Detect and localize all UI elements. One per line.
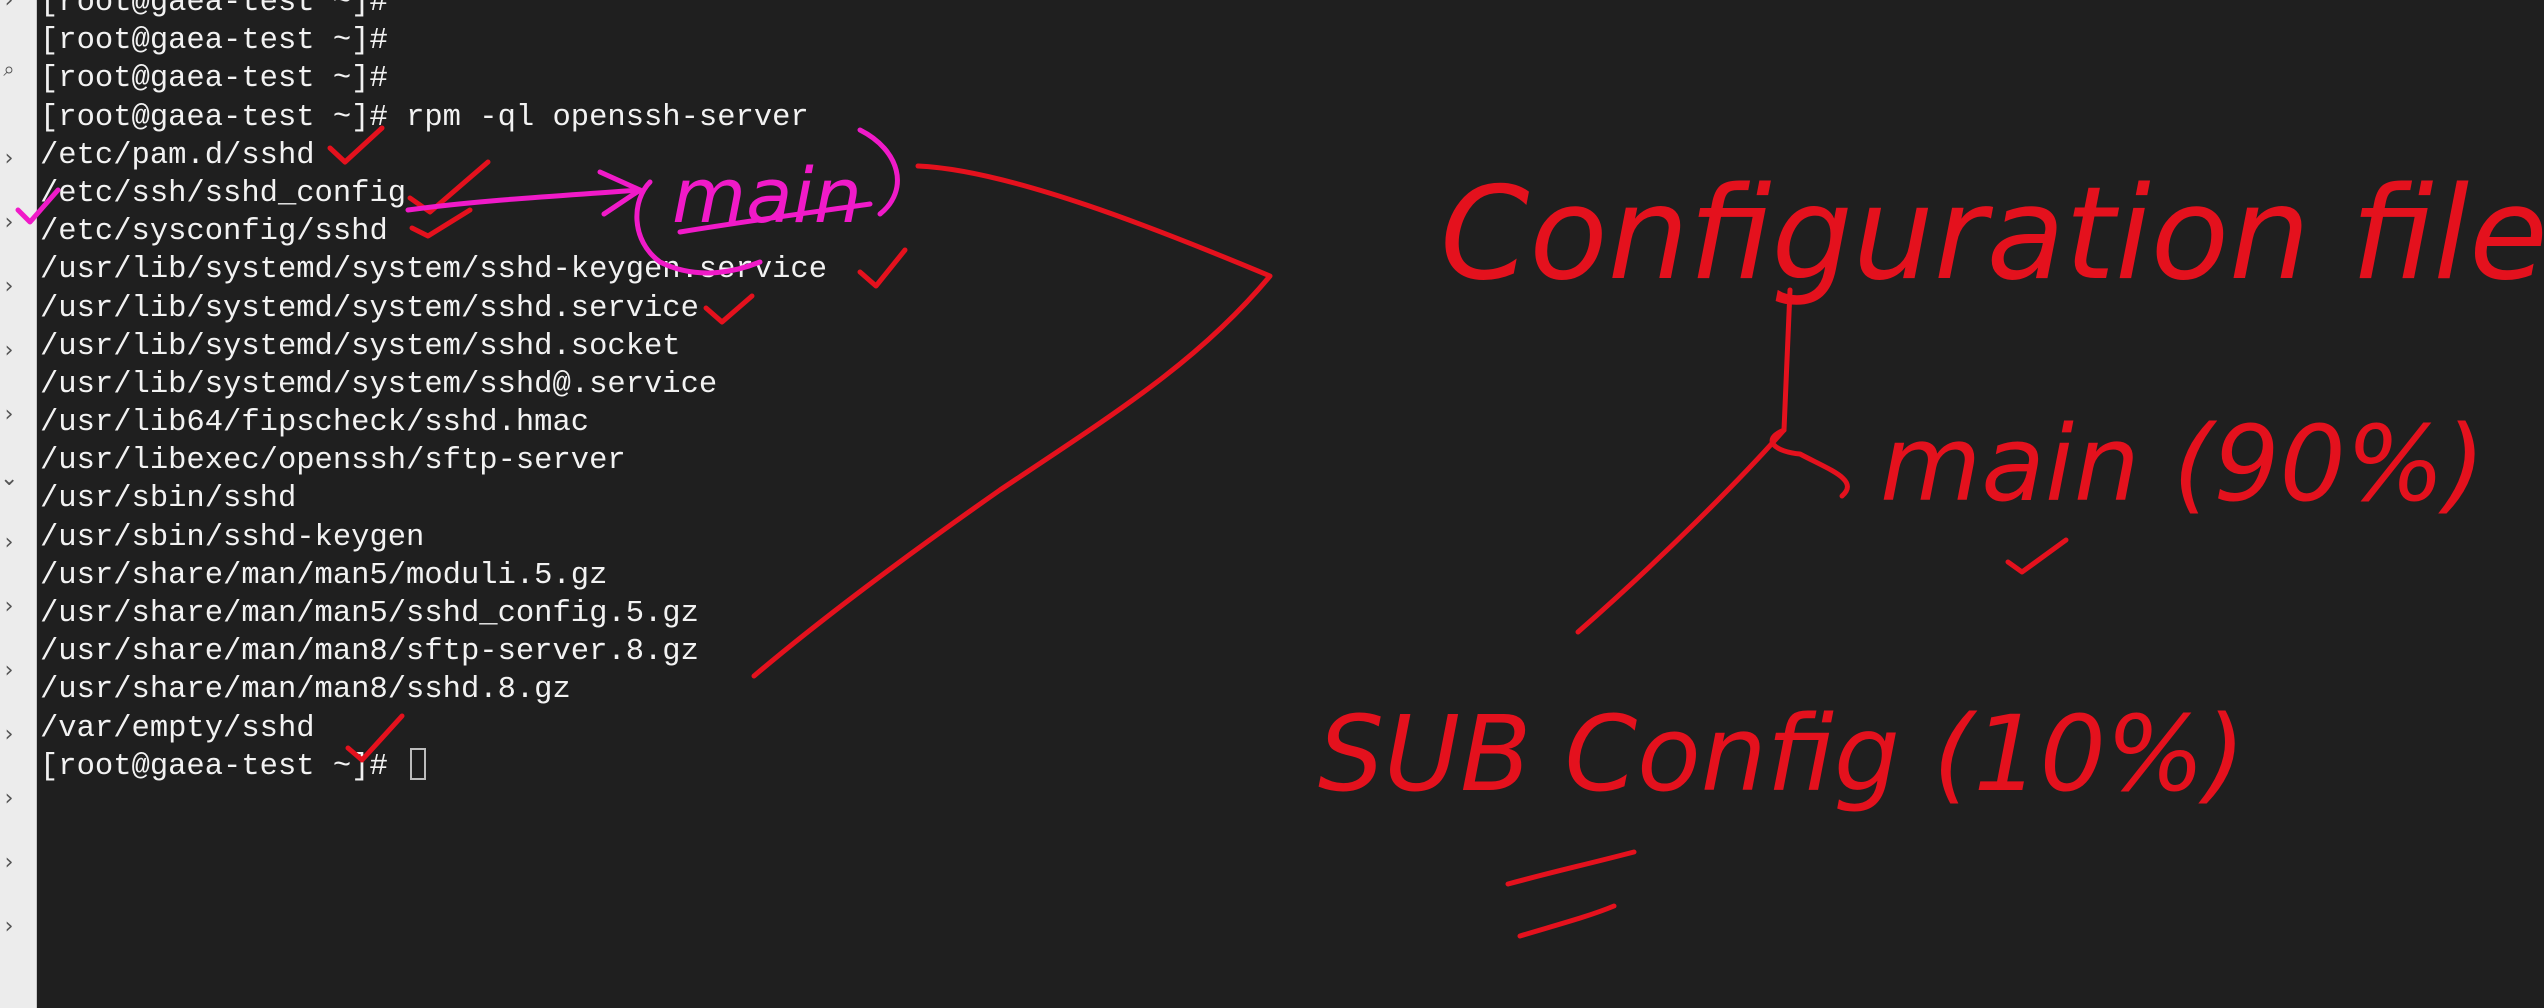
file-path-line: /usr/lib64/fipscheck/sshd.hmac [40, 404, 827, 442]
chevron-right-icon[interactable]: › [0, 212, 18, 234]
file-path-line: /usr/lib/systemd/system/sshd-keygen.serv… [40, 251, 827, 289]
shell-prompt: [root@gaea-test ~]# [40, 62, 388, 97]
file-path: /etc/pam.d/sshd [40, 138, 315, 173]
file-path: /usr/lib64/fipscheck/sshd.hmac [40, 406, 590, 441]
file-path-line: /usr/libexec/openssh/sftp-server [40, 442, 827, 480]
file-path: /usr/lib/systemd/system/sshd.socket [40, 329, 681, 364]
file-path-line: /usr/share/man/man8/sftp-server.8.gz [40, 633, 827, 671]
file-path: /usr/lib/systemd/system/sshd-keygen.serv… [40, 253, 828, 288]
chevron-right-icon[interactable]: › [0, 788, 18, 810]
file-path: /usr/lib/systemd/system/sshd@.service [40, 367, 718, 402]
file-path: /usr/libexec/openssh/sftp-server [40, 444, 626, 479]
terminal-line: [root@gaea-test ~]# [40, 22, 827, 60]
file-path: /usr/share/man/man5/sshd_config.5.gz [40, 597, 699, 631]
chevron-right-icon[interactable]: › [0, 660, 18, 682]
terminal-line: [root@gaea-test ~]# [40, 60, 827, 98]
chevron-right-icon[interactable]: › [0, 404, 18, 426]
chevron-right-icon[interactable]: › [0, 852, 18, 874]
file-path-line: /usr/lib/systemd/system/sshd.socket [40, 328, 827, 366]
file-path-line: /var/empty/sshd [40, 710, 827, 748]
file-path: /usr/share/man/man8/sshd.8.gz [40, 673, 571, 708]
file-path-line: /usr/sbin/sshd [40, 480, 827, 518]
chevron-right-icon[interactable]: › [0, 596, 18, 618]
sidebar-gutter: › ⌕ › › › › › ⌄ › › › › › › › [0, 0, 37, 1008]
file-path-line: /etc/ssh/sshd_config [40, 175, 827, 213]
tree-line [1769, 427, 1850, 499]
file-path: /usr/sbin/sshd-keygen [40, 520, 425, 555]
shell-prompt: [root@gaea-test ~]# [40, 749, 388, 784]
chevron-right-icon[interactable]: › [0, 724, 18, 746]
file-path-line: /usr/lib/systemd/system/sshd@.service [40, 366, 827, 404]
annotation-branch-main: main (90%) [1880, 403, 2485, 525]
terminal-line: [root@gaea-test ~]# [40, 747, 827, 786]
command-text [388, 750, 406, 784]
bracket-icon [857, 127, 900, 217]
chevron-right-icon[interactable]: › [0, 916, 18, 938]
shell-prompt: [root@gaea-test ~]# [40, 24, 388, 59]
bracket-icon [751, 163, 1273, 679]
chevron-right-icon[interactable]: › [0, 0, 18, 12]
file-path-line: /etc/pam.d/sshd [40, 137, 827, 175]
chevron-right-icon[interactable]: › [0, 276, 18, 298]
file-path-line: /etc/sysconfig/sshd [40, 213, 827, 251]
chevron-right-icon[interactable]: › [0, 340, 18, 362]
annotation-branch-sub: SUB Config (10%) [1318, 693, 2245, 815]
tree-line [1575, 427, 1787, 635]
chevron-right-icon[interactable]: › [0, 532, 18, 554]
shell-prompt: [root@gaea-test ~]# [40, 0, 388, 20]
chevron-right-icon[interactable]: › [0, 148, 18, 170]
terminal-line: [root@gaea-test ~]# [40, 0, 827, 22]
file-path: /usr/lib/systemd/system/sshd.service [40, 291, 699, 326]
underline [1505, 849, 1637, 887]
file-path: /usr/share/man/man5/moduli.5.gz [40, 558, 608, 593]
file-path: /var/empty/sshd [40, 711, 315, 746]
file-path-line: /usr/sbin/sshd-keygen [40, 519, 827, 557]
search-icon[interactable]: ⌕ [0, 58, 18, 80]
command-text: rpm -ql openssh-server [387, 100, 809, 135]
chevron-down-icon[interactable]: ⌄ [0, 468, 18, 490]
file-path: /usr/share/man/man8/sftp-server.8.gz [40, 635, 699, 670]
file-path-line: /usr/share/man/man5/moduli.5.gz [40, 557, 827, 595]
terminal-output[interactable]: [root@gaea-test ~]# [root@gaea-test ~]# [r… [40, 0, 827, 786]
file-path-line: /usr/lib/systemd/system/sshd.service [40, 290, 827, 328]
file-path: /etc/sysconfig/sshd [40, 215, 388, 250]
annotation-heading: Configuration files [1440, 160, 2544, 309]
checkmark-icon [2005, 537, 2069, 575]
file-path: /usr/sbin/sshd [40, 482, 297, 517]
file-path-line: /usr/share/man/man8/sshd.8.gz [40, 671, 827, 709]
file-path: /etc/ssh/sshd_config [40, 176, 407, 211]
terminal-window: › ⌕ › › › › › ⌄ › › › › › › › [root@gaea… [0, 0, 2544, 1008]
terminal-line: [root@gaea-test ~]# rpm -ql openssh-serv… [40, 99, 827, 137]
terminal-cursor[interactable] [410, 747, 427, 780]
shell-prompt: [root@gaea-test ~]# [40, 100, 388, 135]
tree-line [1781, 287, 1793, 433]
checkmark-icon [857, 247, 908, 289]
underline [1517, 903, 1617, 939]
file-path-line: /usr/share/man/man5/sshd_config.5.gz [40, 595, 827, 633]
